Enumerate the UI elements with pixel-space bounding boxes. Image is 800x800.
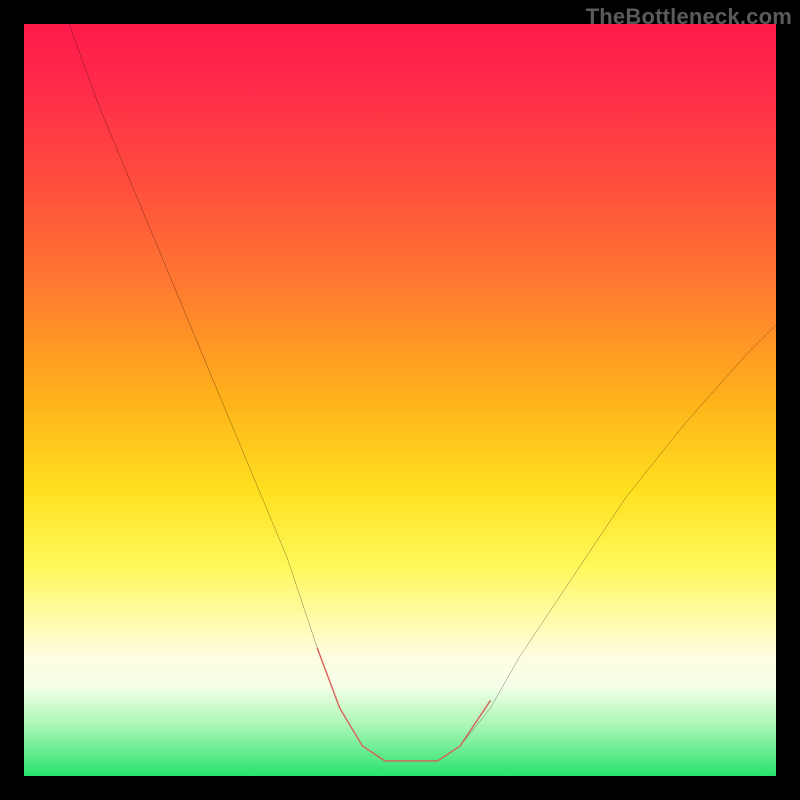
curve-layer (24, 24, 776, 776)
watermark-text: TheBottleneck.com (586, 4, 792, 30)
plateau-highlight (317, 648, 490, 761)
chart-frame: TheBottleneck.com (0, 0, 800, 800)
bottleneck-curve (69, 24, 776, 761)
plot-area (24, 24, 776, 776)
